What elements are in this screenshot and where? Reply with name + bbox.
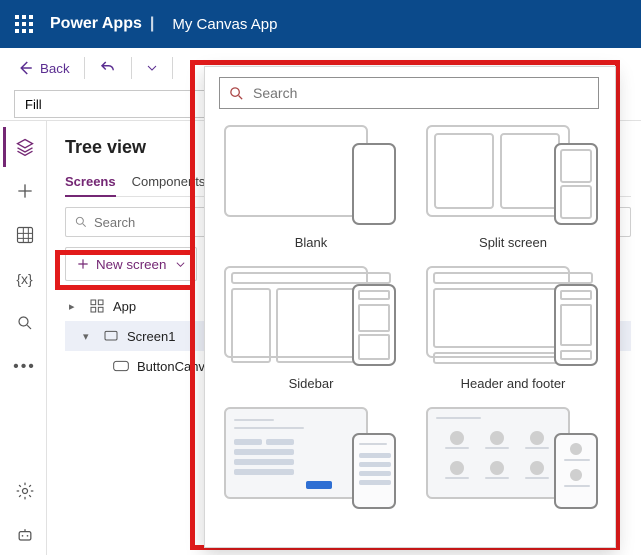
tab-components[interactable]: Components: [132, 168, 206, 196]
template-split-screen[interactable]: Split screen: [421, 125, 605, 260]
chevron-down-icon: [175, 259, 186, 270]
rail-settings[interactable]: [3, 471, 43, 511]
template-thumb: [224, 125, 398, 229]
title-separator: |: [150, 15, 154, 33]
rail-variables[interactable]: {x}: [3, 259, 43, 299]
plus-icon: [15, 181, 35, 201]
search-icon: [228, 85, 245, 102]
rail-search[interactable]: [3, 303, 43, 343]
new-screen-button[interactable]: New screen: [65, 247, 197, 281]
template-label: Sidebar: [289, 376, 334, 391]
property-selector[interactable]: [14, 90, 212, 118]
template-label: Blank: [295, 235, 328, 250]
template-thumb: [426, 266, 600, 370]
tree-item-label: App: [113, 299, 136, 314]
new-screen-flyout: Blank Split screen Sidebar: [204, 66, 616, 548]
grid-icon: [15, 225, 35, 245]
tree-item-label: Screen1: [127, 329, 175, 344]
rail-more[interactable]: •••: [3, 347, 43, 387]
rail-data[interactable]: [3, 215, 43, 255]
template-header-footer[interactable]: Header and footer: [421, 266, 605, 401]
template-extra-1[interactable]: [219, 407, 403, 521]
separator: [131, 57, 132, 79]
bot-icon: [15, 525, 35, 545]
screen-icon: [103, 328, 119, 344]
chevron-down-icon: [146, 62, 158, 74]
expand-icon[interactable]: ▸: [69, 300, 81, 313]
flyout-search[interactable]: [219, 77, 599, 109]
brand-label: Power Apps: [50, 15, 142, 33]
template-thumb: [426, 125, 600, 229]
gear-icon: [15, 481, 35, 501]
undo-button[interactable]: [93, 53, 123, 83]
separator: [84, 57, 85, 79]
template-sidebar[interactable]: Sidebar: [219, 266, 403, 401]
collapse-icon[interactable]: ▾: [83, 330, 95, 343]
template-label: Header and footer: [461, 376, 566, 391]
template-thumb: [224, 266, 398, 370]
title-bar: Power Apps | My Canvas App: [0, 0, 641, 48]
plus-icon: [76, 257, 90, 271]
left-rail: {x} •••: [0, 120, 46, 555]
undo-split-button[interactable]: [140, 53, 164, 83]
template-extra-2[interactable]: [421, 407, 605, 521]
tab-screens[interactable]: Screens: [65, 168, 116, 197]
rail-tree-view[interactable]: [3, 127, 43, 167]
app-name-label: My Canvas App: [172, 16, 277, 33]
search-icon: [74, 215, 88, 229]
separator: [172, 57, 173, 79]
undo-icon: [99, 59, 117, 77]
button-icon: [113, 360, 129, 372]
arrow-left-icon: [16, 59, 34, 77]
back-label: Back: [40, 61, 70, 76]
layers-icon: [15, 137, 35, 157]
template-thumb: [426, 407, 600, 511]
rail-virtual-agent[interactable]: [3, 515, 43, 555]
rail-insert[interactable]: [3, 171, 43, 211]
search-icon: [16, 314, 34, 332]
back-button[interactable]: Back: [10, 53, 76, 83]
app-launcher-icon[interactable]: [8, 8, 40, 40]
flyout-search-input[interactable]: [253, 85, 590, 101]
new-screen-label: New screen: [96, 257, 166, 272]
template-blank[interactable]: Blank: [219, 125, 403, 260]
template-thumb: [224, 407, 398, 511]
template-label: Split screen: [479, 235, 547, 250]
app-icon: [89, 298, 105, 314]
